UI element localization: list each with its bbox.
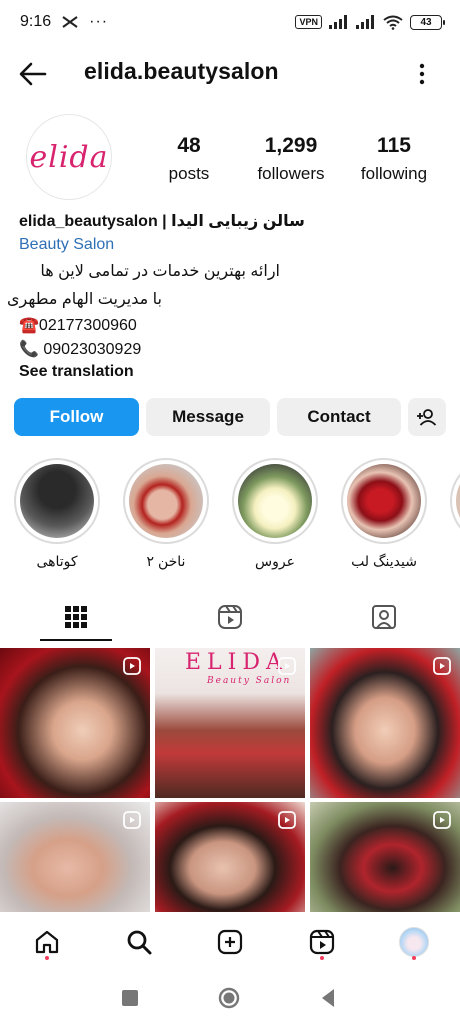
followers-count: 1,299 [264,134,318,157]
status-bar: 9:16 ··· VPN 43 [0,0,460,44]
add-user-icon [417,409,437,426]
reels-icon [309,929,335,955]
post-thumbnail[interactable] [0,802,150,912]
search-icon [127,930,152,955]
nav-reels[interactable] [307,926,337,958]
follow-button[interactable]: Follow [14,398,139,436]
signal-icon [356,15,374,29]
story-highlight[interactable]: ناخن ۲ [123,458,209,570]
reels-icon [218,605,242,629]
post-thumbnail[interactable] [310,802,460,912]
reels-badge-icon [123,657,141,675]
battery-icon: 43 [410,14,445,30]
nav-search[interactable] [124,926,154,958]
highlight-thumbnail [456,464,460,538]
tab-posts[interactable] [28,595,124,639]
post-thumbnail[interactable] [0,648,150,798]
bio-name: elida_beautysalon | سالن زیبایی الیدا [19,213,305,230]
bio-phone[interactable]: 📞 09023030929 [19,339,141,359]
reels-badge-icon [433,811,451,829]
tab-reels[interactable] [182,595,278,639]
posts-count: 48 [177,134,201,157]
post-thumbnail[interactable] [155,802,305,912]
post-thumbnail[interactable]: ELIDA Beauty Salon [155,648,305,798]
plus-square-icon [217,929,243,955]
brand-logo: elida [29,139,109,175]
posts-label: posts [168,164,210,183]
highlight-thumbnail [238,464,312,538]
followers-stat[interactable]: 1,299 followers [251,134,331,184]
wifi-icon [383,15,403,30]
recents-icon[interactable] [118,986,142,1010]
story-highlight[interactable] [450,458,460,544]
highlight-label: کوتاهی [36,553,78,569]
system-navigation-bar [0,978,460,1018]
back-triangle-icon[interactable] [316,986,340,1010]
story-highlight[interactable]: شیدینگ لب [341,458,427,570]
reels-badge-icon [433,657,451,675]
notification-dot [412,956,416,960]
following-count: 115 [377,134,411,157]
highlight-thumbnail [129,464,203,538]
signal-icon [329,15,347,29]
salon-sign-subtitle: Beauty Salon [207,676,292,686]
contact-button[interactable]: Contact [277,398,401,436]
grid-icon [65,606,87,628]
reels-badge-icon [123,811,141,829]
home-icon [35,930,59,954]
bio-line: ارائه بهترین خدمات در تمامی لاین ها [40,263,280,280]
add-user-button[interactable] [408,398,446,436]
story-highlight[interactable]: کوتاهی [14,458,100,570]
followers-label: followers [257,164,325,183]
following-label: following [360,164,428,183]
profile-avatar-icon [399,927,429,957]
profile-header: elida.beautysalon [0,50,460,96]
avatar[interactable]: elida [26,114,112,200]
highlight-thumbnail [347,464,421,538]
story-highlight[interactable]: عروس [232,458,318,570]
message-button[interactable]: Message [146,398,270,436]
highlight-label: عروس [255,553,295,569]
more-notifications-icon: ··· [89,13,109,30]
salon-sign-logo: ELIDA [185,650,288,675]
vertical-dots-icon[interactable] [410,60,434,88]
post-thumbnail[interactable] [310,648,460,798]
bio-category[interactable]: Beauty Salon [19,236,114,254]
bottom-navigation [0,918,460,968]
posts-stat[interactable]: 48 posts [163,134,215,184]
bio-phone[interactable]: ☎️02177300960 [19,315,137,335]
profile-tabs [0,595,460,645]
nav-create[interactable] [215,926,245,958]
tab-tagged[interactable] [336,595,432,639]
home-button-icon[interactable] [217,986,241,1010]
arrow-left-icon[interactable] [18,60,48,88]
status-time: 9:16 [20,13,52,30]
reels-badge-icon [278,657,296,675]
notification-dot [320,956,324,960]
active-tab-indicator [40,639,112,641]
sim-icon [62,16,78,28]
see-translation-link[interactable]: See translation [19,363,134,381]
following-stat[interactable]: 115 following [354,134,434,184]
reels-badge-icon [278,811,296,829]
highlight-label: شیدینگ لب [351,553,417,569]
nav-home[interactable] [32,926,62,958]
bio-line: با مدیریت الهام مطهری [7,291,162,308]
page-title: elida.beautysalon [84,58,279,84]
highlight-thumbnail [20,464,94,538]
notification-dot [45,956,49,960]
highlight-label: ناخن ۲ [146,553,186,569]
vpn-badge: VPN [295,15,322,29]
nav-profile[interactable] [398,926,430,958]
tagged-icon [372,605,396,629]
